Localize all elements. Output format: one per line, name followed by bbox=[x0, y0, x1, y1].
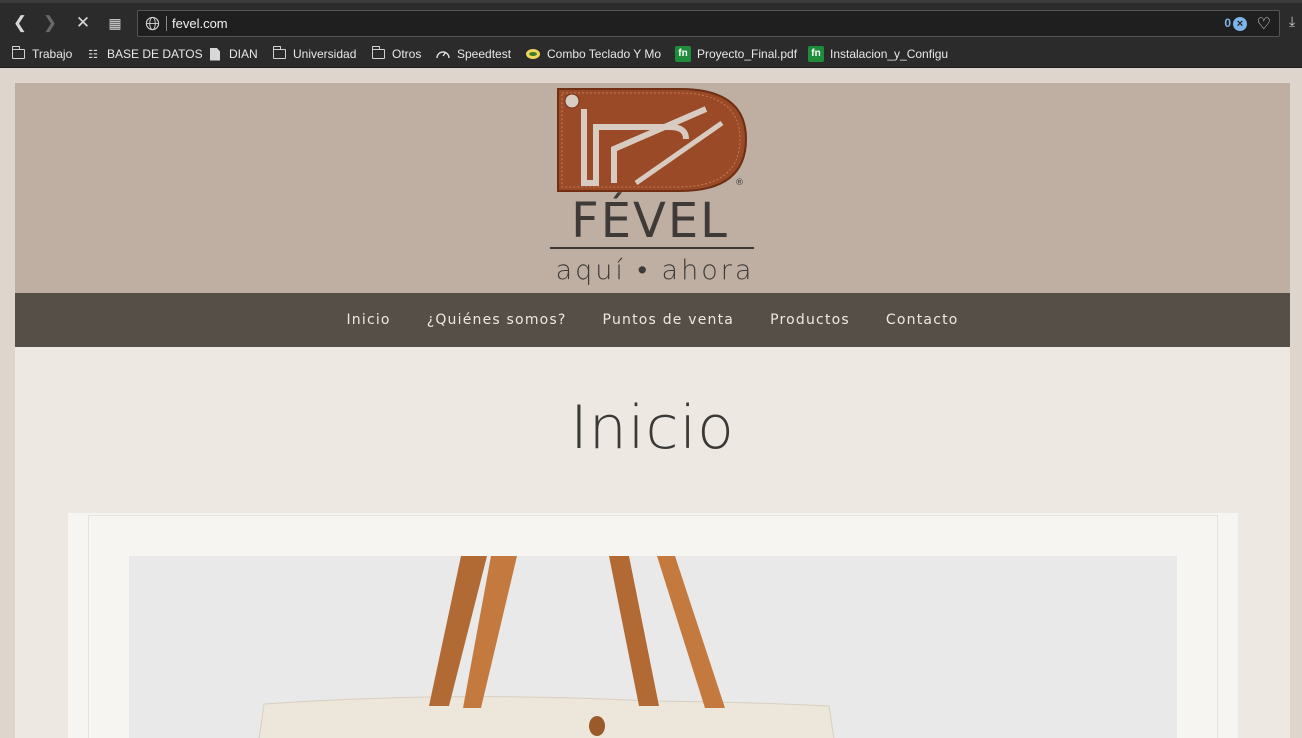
document-icon bbox=[207, 47, 223, 61]
nav-contacto[interactable]: Contacto bbox=[886, 312, 959, 328]
bookmark-instalacion[interactable]: fn Instalacion_y_Configu bbox=[808, 45, 948, 63]
back-button[interactable]: ❮ bbox=[8, 11, 32, 35]
folder-icon bbox=[10, 46, 26, 61]
bookmark-label: Trabajo bbox=[32, 47, 73, 61]
bookmark-label: Combo Teclado Y Mo bbox=[547, 47, 662, 61]
bookmark-base-de-datos[interactable]: ☷ BASE DE DATOS bbox=[85, 45, 203, 63]
site-header: ® FÉVEL aquí • ahora bbox=[15, 83, 1290, 293]
fn-icon: fn bbox=[808, 46, 824, 62]
bookmark-label: Proyecto_Final.pdf bbox=[697, 47, 798, 61]
fevel-logo[interactable]: ® FÉVEL aquí • ahora bbox=[510, 87, 800, 289]
heart-icon[interactable]: ♡ bbox=[1257, 14, 1271, 34]
hero-product-image[interactable] bbox=[129, 556, 1177, 738]
bookmark-label: Speedtest bbox=[457, 47, 512, 61]
fn-icon: fn bbox=[675, 46, 691, 62]
folder-icon bbox=[271, 46, 287, 61]
main-content: Inicio bbox=[15, 347, 1290, 738]
database-icon: ☷ bbox=[88, 48, 98, 61]
forward-button[interactable]: ❯ bbox=[38, 11, 62, 35]
globe-icon bbox=[145, 16, 160, 31]
download-icon[interactable]: ⤓ bbox=[1289, 13, 1295, 30]
bookmark-label: Universidad bbox=[293, 47, 357, 61]
bookmark-combo-teclado[interactable]: Combo Teclado Y Mo bbox=[525, 45, 661, 63]
content-card bbox=[68, 513, 1238, 738]
bookmark-proyecto-final[interactable]: fn Proyecto_Final.pdf bbox=[675, 45, 797, 63]
nav-puntos-de-venta[interactable]: Puntos de venta bbox=[603, 312, 735, 328]
brand-underline bbox=[550, 247, 754, 249]
page-title: Inicio bbox=[570, 393, 735, 463]
nav-quienes-somos[interactable]: ¿Quiénes somos? bbox=[427, 312, 567, 328]
bookmark-universidad[interactable]: Universidad bbox=[271, 45, 356, 63]
blocked-count: 0 bbox=[1224, 16, 1231, 30]
address-separator bbox=[166, 16, 167, 31]
registered-mark: ® bbox=[735, 178, 744, 188]
handbag-image bbox=[129, 556, 1177, 738]
content-card-inner bbox=[88, 515, 1218, 738]
leather-logo-mark: ® bbox=[557, 88, 748, 192]
folder-icon bbox=[370, 46, 386, 61]
web-page: ® FÉVEL aquí • ahora Inicio ¿Quiénes som… bbox=[0, 69, 1302, 738]
bookmark-otros[interactable]: Otros bbox=[370, 45, 421, 63]
browser-toolbar: ❮ ❯ ✕ ▦ fevel.com 0 × ♡ ⤓ bbox=[0, 0, 1302, 41]
brand-name: FÉVEL bbox=[571, 193, 729, 249]
brand-tagline: aquí • ahora bbox=[555, 255, 755, 286]
bookmark-label: BASE DE DATOS bbox=[107, 47, 203, 61]
bookmark-label: Instalacion_y_Configu bbox=[830, 47, 949, 61]
bookmark-label: DIAN bbox=[229, 47, 258, 61]
speedometer-icon bbox=[435, 47, 451, 61]
adblock-icon[interactable]: × bbox=[1233, 17, 1247, 31]
bookmark-label: Otros bbox=[392, 47, 422, 61]
stop-loading-button[interactable]: ✕ bbox=[71, 11, 95, 35]
bookmark-speedtest[interactable]: Speedtest bbox=[435, 45, 511, 63]
nav-inicio[interactable]: Inicio bbox=[346, 312, 390, 328]
main-navigation: Inicio ¿Quiénes somos? Puntos de venta P… bbox=[15, 293, 1290, 347]
bookmark-dian[interactable]: DIAN bbox=[207, 45, 258, 63]
bookmark-trabajo[interactable]: Trabajo bbox=[10, 45, 72, 63]
tabs-grid-icon[interactable]: ▦ bbox=[103, 11, 127, 35]
nav-productos[interactable]: Productos bbox=[770, 312, 850, 328]
store-icon bbox=[525, 47, 541, 61]
bookmarks-bar: Trabajo ☷ BASE DE DATOS DIAN Universidad… bbox=[0, 41, 1302, 68]
address-bar[interactable]: fevel.com 0 × ♡ bbox=[137, 10, 1280, 37]
url-text[interactable]: fevel.com bbox=[172, 16, 228, 31]
